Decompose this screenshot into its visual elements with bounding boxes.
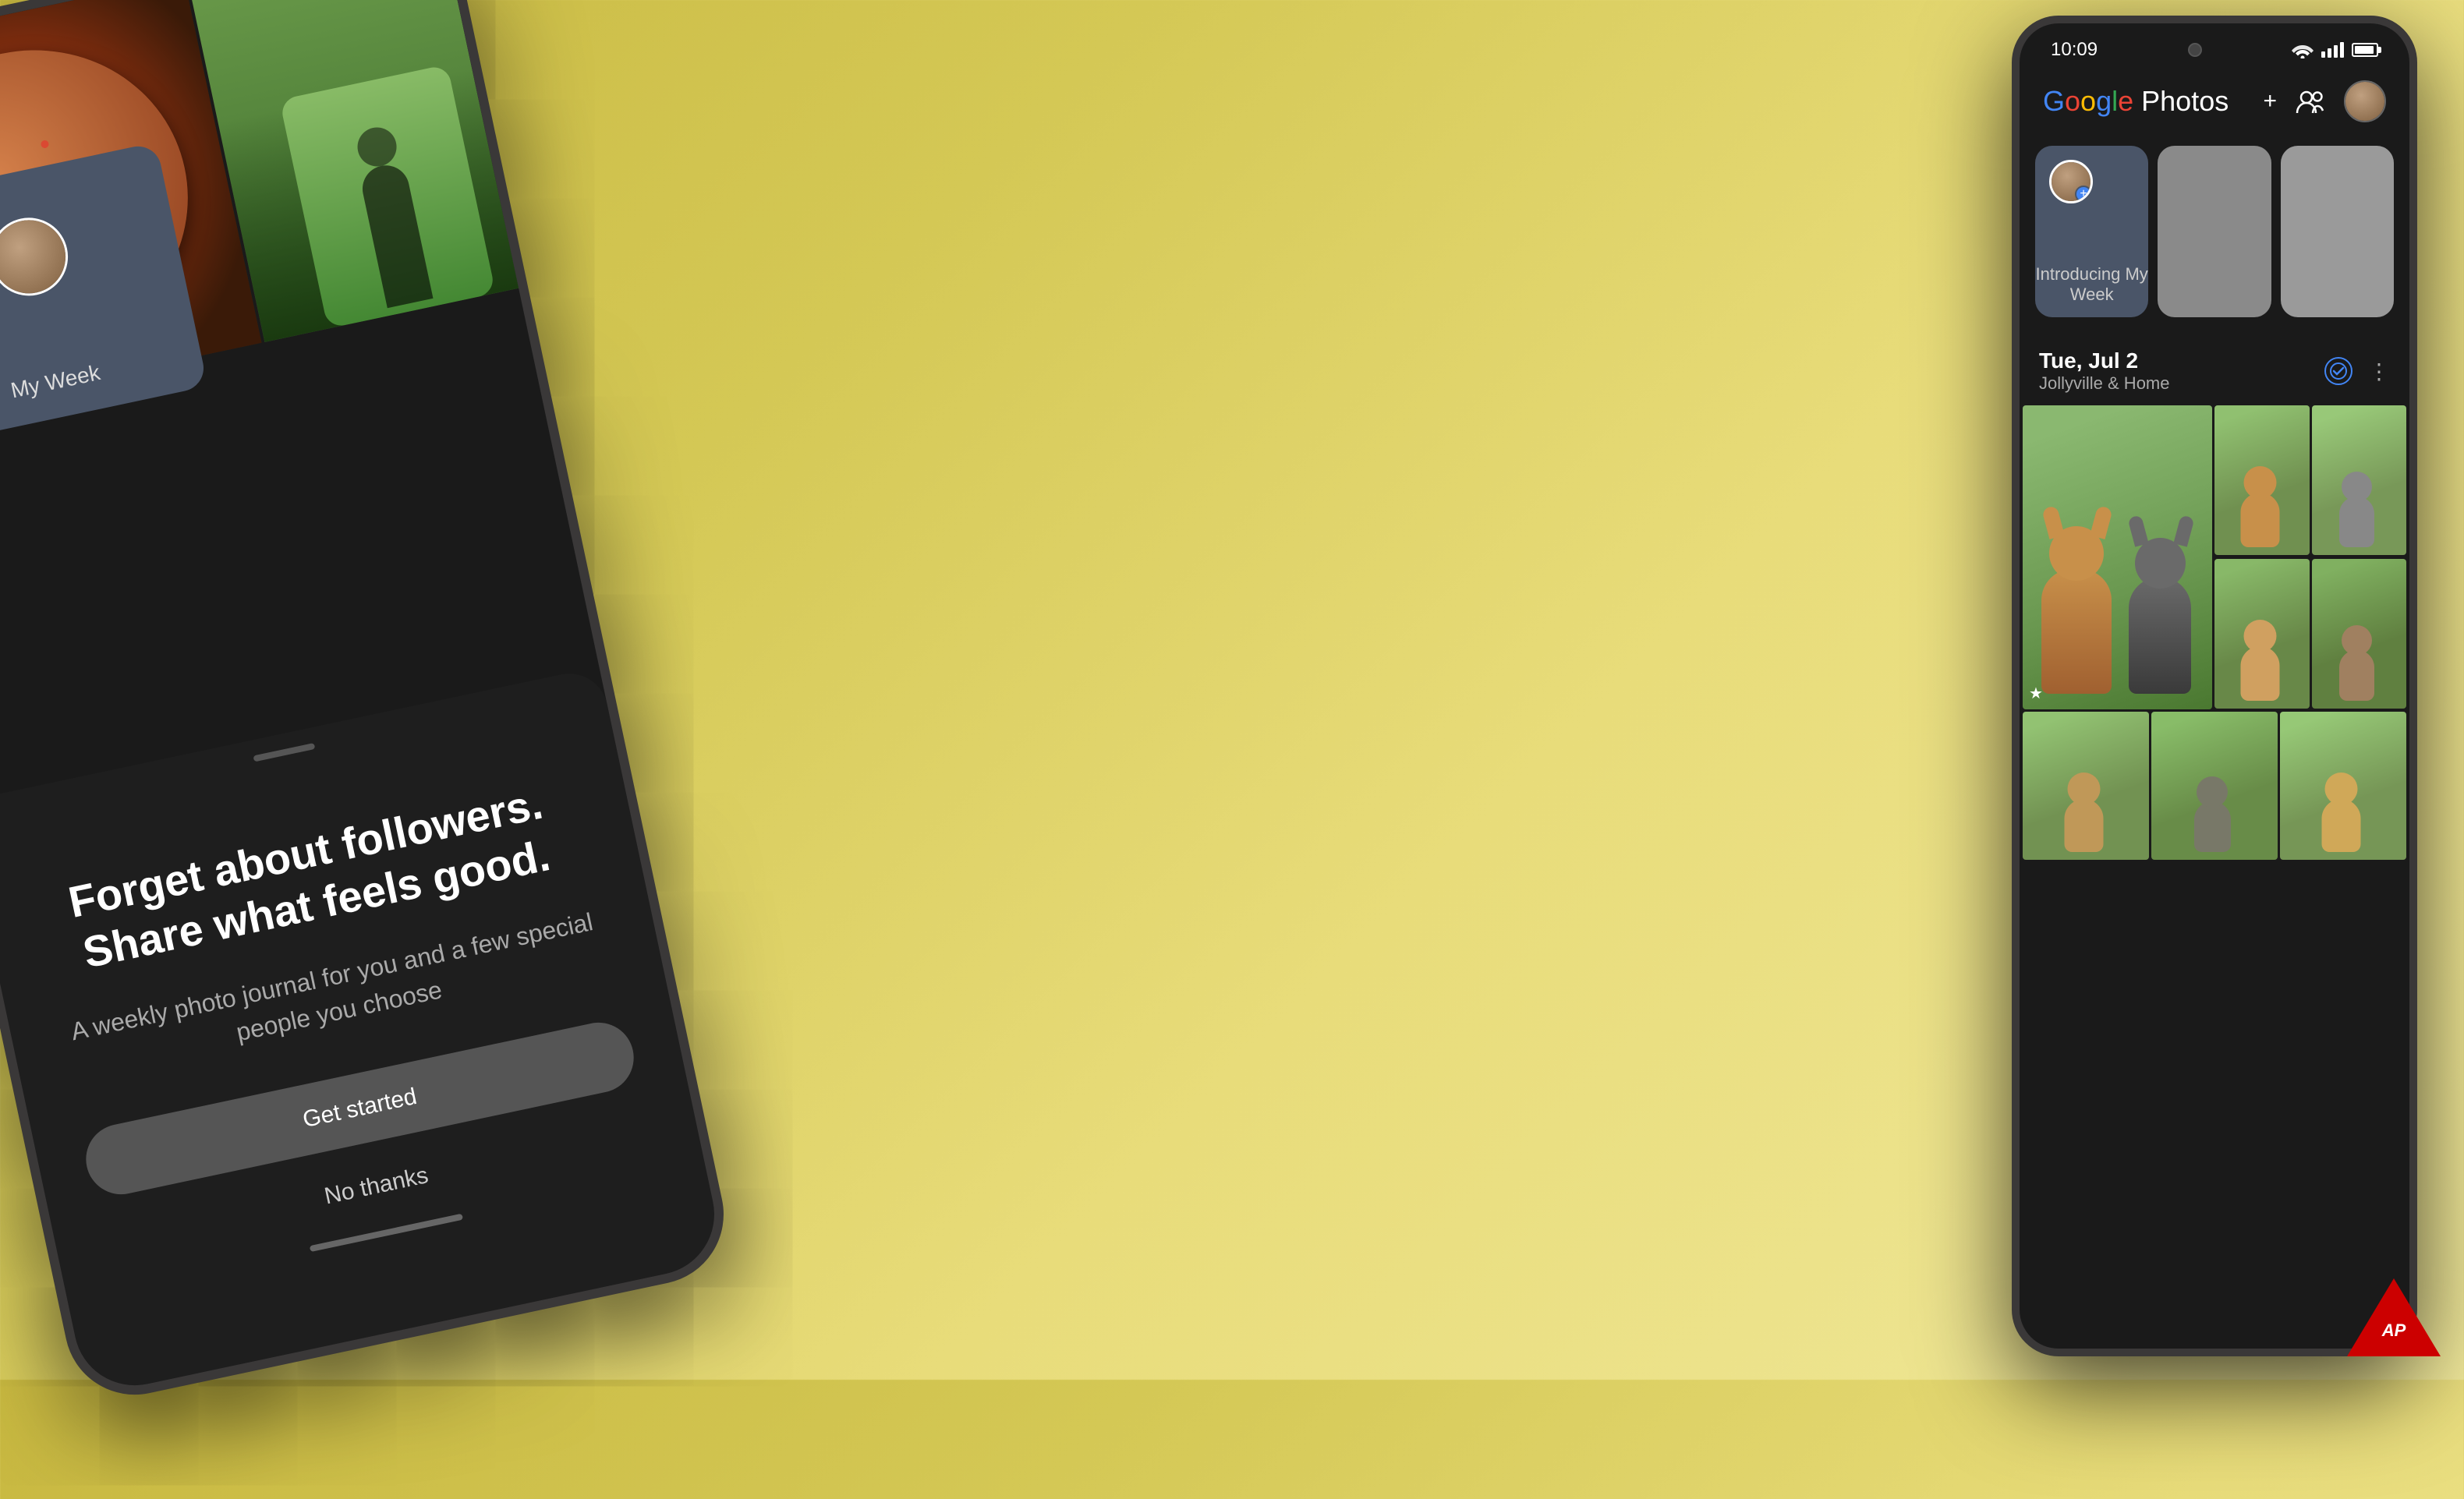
user-avatar[interactable]	[2344, 80, 2386, 122]
story-card-2[interactable]	[2158, 146, 2271, 317]
wifi-icon	[2292, 41, 2314, 58]
cat-photo-small-4[interactable]	[2312, 559, 2407, 709]
left-phone-body: My Week Forget about followers. Share wh…	[0, 0, 737, 1408]
story-card-3[interactable]	[2281, 146, 2394, 317]
story-cards-row: + Introducing My Week	[2020, 138, 2409, 333]
header-actions: +	[2263, 80, 2386, 122]
signal-icon	[2321, 42, 2344, 58]
sheet-handle	[253, 743, 315, 762]
app-header: Google Photos +	[2020, 69, 2409, 138]
date-header: Tue, Jul 2 Jollyville & Home ⋮	[2039, 348, 2390, 394]
left-phone: My Week Forget about followers. Share wh…	[0, 0, 863, 1499]
cat-photo-small-2[interactable]	[2312, 405, 2407, 555]
date-title: Tue, Jul 2	[2039, 348, 2170, 373]
cat-photo-small-1[interactable]	[2214, 405, 2310, 555]
date-subtitle: Jollyville & Home	[2039, 373, 2170, 394]
select-day-button[interactable]	[2324, 357, 2352, 385]
my-week-avatar	[0, 210, 75, 303]
cat-photo-small-3[interactable]	[2214, 559, 2310, 709]
cat-photo-row2-3[interactable]	[2280, 712, 2406, 860]
right-phone: 10:09	[2012, 16, 2417, 1356]
front-camera	[2188, 43, 2202, 57]
date-section: Tue, Jul 2 Jollyville & Home ⋮	[2020, 333, 2409, 405]
add-button[interactable]: +	[2263, 88, 2277, 115]
date-actions: ⋮	[2324, 357, 2390, 385]
star-icon: ★	[2029, 684, 2043, 703]
story-card-label: Introducing My Week	[2035, 264, 2148, 305]
time-display: 10:09	[2051, 39, 2098, 61]
checkmark-icon	[2330, 362, 2347, 380]
my-week-story-card[interactable]: + Introducing My Week	[2035, 146, 2148, 317]
status-icons	[2292, 41, 2378, 58]
app-logo: Google Photos	[2043, 85, 2229, 118]
right-phone-body: 10:09	[2012, 16, 2417, 1356]
photo-grid-row2	[2020, 709, 2409, 860]
more-options-button[interactable]: ⋮	[2368, 359, 2390, 384]
left-phone-screen: My Week Forget about followers. Share wh…	[0, 0, 725, 1397]
cat-photo-row2-1[interactable]	[2023, 712, 2149, 860]
battery-icon	[2352, 43, 2378, 57]
people-button[interactable]	[2296, 88, 2325, 115]
bottom-sheet: Forget about followers. Share what feels…	[0, 666, 725, 1397]
watermark: AP	[2347, 1278, 2441, 1356]
watermark-text: AP	[2347, 1320, 2441, 1341]
right-phone-screen: 10:09	[2020, 23, 2409, 1349]
my-week-label: My Week	[9, 360, 102, 403]
date-info: Tue, Jul 2 Jollyville & Home	[2039, 348, 2170, 394]
story-avatar: +	[2049, 160, 2093, 203]
status-bar: 10:09	[2020, 23, 2409, 69]
cat-photo-row2-2[interactable]	[2151, 712, 2278, 860]
photo-grid: ★	[2020, 405, 2409, 709]
story-plus-icon: +	[2075, 186, 2092, 203]
cat-photo-large[interactable]: ★	[2023, 405, 2212, 709]
